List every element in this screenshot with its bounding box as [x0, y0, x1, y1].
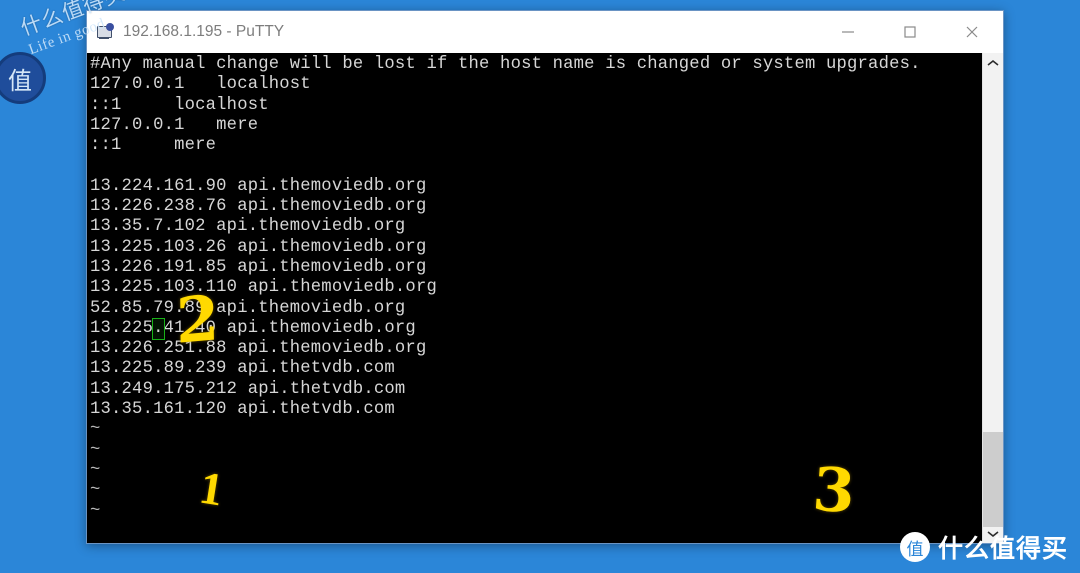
terminal-line: 127.0.0.1 mere — [90, 115, 259, 135]
empty-line-marker: ~ — [90, 420, 101, 440]
terminal-line: 13.226.251.88 api.themoviedb.org — [90, 339, 427, 359]
terminal-line: 13.225.89.239 api.thetvdb.com — [90, 359, 395, 379]
chevron-down-icon — [987, 530, 999, 537]
terminal-line: 52.85.79.89 api.themoviedb.org — [90, 298, 406, 318]
vim-status-bar: -- INSERT -- 14,7 All — [90, 522, 982, 543]
terminal-line: ::1 localhost — [90, 95, 269, 115]
scrollbar-track[interactable] — [983, 72, 1003, 527]
empty-line-marker: ~ — [90, 481, 101, 501]
terminal-line: 13.249.175.212 api.thetvdb.com — [90, 379, 406, 399]
terminal-area: #Any manual change will be lost if the h… — [87, 53, 1003, 543]
terminal-line: 13.224.161.90 api.themoviedb.org — [90, 176, 427, 196]
terminal-line: 13.226.238.76 api.themoviedb.org — [90, 197, 427, 217]
terminal-line: 13.225.103.110 api.themoviedb.org — [90, 278, 437, 298]
scroll-up-button[interactable] — [983, 53, 1003, 72]
putty-computer-icon — [96, 22, 114, 41]
empty-line-marker: ~ — [90, 440, 101, 460]
terminal-line-with-cursor: 13.225.41.40 api.themoviedb.org — [90, 317, 982, 341]
status-mode: -- INSERT -- — [90, 542, 214, 543]
putty-window: 192.168.1.195 - PuTTY #Any manual change… — [86, 10, 1004, 544]
terminal-line: 127.0.0.1 localhost — [90, 75, 311, 95]
maximize-button[interactable] — [879, 11, 941, 52]
empty-line-marker: ~ — [90, 460, 101, 480]
window-controls — [817, 11, 1003, 52]
minimize-button[interactable] — [817, 11, 879, 52]
terminal-line: 13.225.103.26 api.themoviedb.org — [90, 237, 427, 257]
window-titlebar[interactable]: 192.168.1.195 - PuTTY — [87, 11, 1003, 53]
terminal-line: 13.226.191.85 api.themoviedb.org — [90, 257, 427, 277]
maximize-icon — [904, 25, 916, 38]
terminal-scrollbar[interactable] — [982, 53, 1003, 543]
watermark-logo-icon: 值 — [0, 52, 46, 104]
terminal-line: 13.35.161.120 api.thetvdb.com — [90, 400, 395, 420]
terminal-line: #Any manual change will be lost if the h… — [90, 55, 921, 74]
empty-line-marker: ~ — [90, 501, 101, 521]
cursor-line-before: 13.225 — [90, 318, 154, 338]
minimize-icon — [842, 30, 854, 33]
close-button[interactable] — [941, 11, 1003, 52]
window-title: 192.168.1.195 - PuTTY — [123, 22, 285, 40]
close-icon — [966, 26, 978, 37]
terminal-cursor: . — [152, 317, 165, 341]
terminal-line: 13.35.7.102 api.themoviedb.org — [90, 217, 406, 237]
screenshot-root: 值 什么值得买 Life in good 192.168.1.195 - PuT… — [0, 0, 1080, 573]
scrollbar-thumb[interactable] — [983, 432, 1003, 527]
terminal-line: ::1 mere — [90, 136, 217, 156]
terminal-screen[interactable]: #Any manual change will be lost if the h… — [87, 53, 982, 543]
cursor-line-after: 41.40 api.themoviedb.org — [163, 318, 416, 338]
chevron-up-icon — [987, 59, 999, 66]
